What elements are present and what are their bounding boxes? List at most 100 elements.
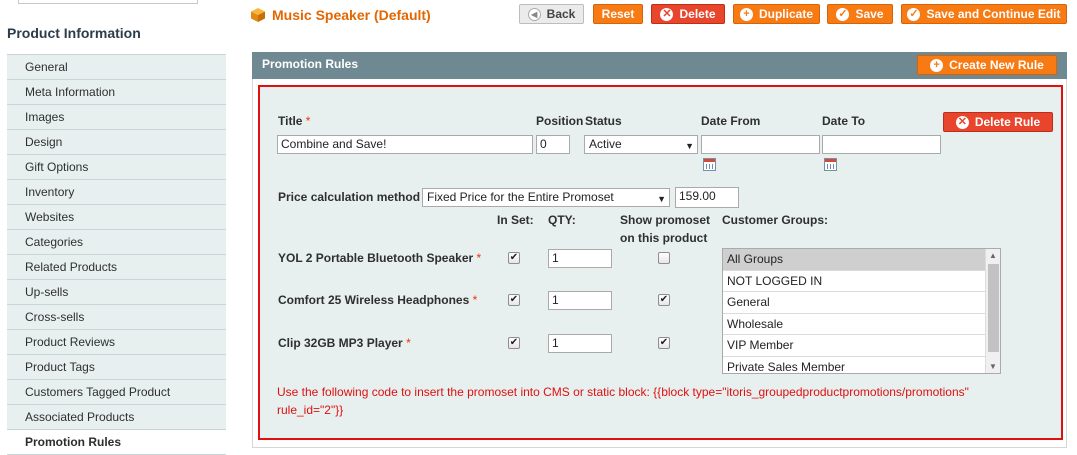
- calendar-icon[interactable]: [824, 158, 837, 171]
- qty-input[interactable]: 1: [548, 334, 612, 353]
- in-set-checkbox[interactable]: ✔: [508, 252, 520, 264]
- show-promoset-header-1: Show promoset: [620, 213, 711, 227]
- position-label: Position: [536, 114, 584, 128]
- sidebar-item-product-reviews[interactable]: Product Reviews: [7, 330, 226, 355]
- show-promoset-checkbox[interactable]: [658, 252, 670, 264]
- sidebar-item-cross-sells[interactable]: Cross-sells: [7, 305, 226, 330]
- sidebar: Product Information General Meta Informa…: [0, 0, 228, 455]
- plus-icon: +: [739, 7, 753, 21]
- show-promoset-checkbox[interactable]: ✔: [658, 294, 670, 306]
- customer-group-option[interactable]: All Groups: [723, 249, 986, 271]
- block-code-note: Use the following code to insert the pro…: [277, 383, 997, 419]
- save-button[interactable]: ✓ Save: [827, 4, 893, 24]
- status-select[interactable]: Active ▼: [584, 135, 698, 154]
- scroll-down-icon[interactable]: ▼: [989, 362, 997, 371]
- delete-rule-button[interactable]: ✕ Delete Rule: [943, 112, 1053, 132]
- in-set-header: In Set:: [497, 213, 534, 227]
- product-row-label: YOL 2 Portable Bluetooth Speaker *: [278, 251, 481, 265]
- customer-groups-select[interactable]: All Groups NOT LOGGED IN General Wholesa…: [722, 248, 1001, 374]
- customer-group-option[interactable]: NOT LOGGED IN: [723, 271, 986, 292]
- required-mark: *: [476, 251, 482, 265]
- sidebar-item-associated-products[interactable]: Associated Products: [7, 405, 226, 430]
- sidebar-item-product-tags[interactable]: Product Tags: [7, 355, 226, 380]
- sidebar-item-meta-information[interactable]: Meta Information: [7, 80, 226, 105]
- scrollbar-thumb[interactable]: [988, 264, 999, 352]
- sidebar-item-customers-tagged-product[interactable]: Customers Tagged Product: [7, 380, 226, 405]
- price-method-label: Price calculation method: [278, 190, 421, 204]
- qty-header: QTY:: [548, 213, 576, 227]
- product-row-label: Clip 32GB MP3 Player *: [278, 336, 411, 350]
- plus-icon: +: [930, 58, 944, 72]
- in-set-checkbox[interactable]: ✔: [508, 337, 520, 349]
- back-button-label: Back: [546, 7, 576, 21]
- sidebar-top-field[interactable]: [18, 0, 198, 4]
- save-button-label: Save: [855, 7, 884, 21]
- sidebar-item-general[interactable]: General: [7, 55, 226, 80]
- chevron-down-icon: ▼: [657, 194, 666, 204]
- duplicate-button-label: Duplicate: [758, 7, 813, 21]
- sidebar-item-design[interactable]: Design: [7, 130, 226, 155]
- date-to-input[interactable]: [822, 135, 941, 154]
- page-title-text: Music Speaker (Default): [272, 7, 431, 23]
- status-select-value: Active: [589, 137, 622, 151]
- note-line-1: Use the following code to insert the pro…: [277, 385, 969, 399]
- title-input[interactable]: Combine and Save!: [277, 135, 533, 154]
- duplicate-button[interactable]: + Duplicate: [733, 4, 820, 24]
- product-name: Comfort 25 Wireless Headphones: [278, 293, 470, 307]
- sidebar-item-categories[interactable]: Categories: [7, 230, 226, 255]
- required-mark: *: [406, 336, 411, 350]
- product-name: Clip 32GB MP3 Player: [278, 336, 403, 350]
- note-line-2: rule_id="2"}}: [277, 403, 344, 417]
- customer-group-option[interactable]: VIP Member: [723, 335, 986, 357]
- back-arrow-icon: ◀: [527, 7, 541, 21]
- sidebar-item-gift-options[interactable]: Gift Options: [7, 155, 226, 180]
- delete-button-label: Delete: [679, 7, 716, 21]
- customer-group-option[interactable]: Private Sales Member: [723, 357, 986, 374]
- required-mark: *: [305, 114, 311, 128]
- check-icon: ✓: [836, 7, 850, 21]
- calendar-icon[interactable]: [703, 158, 716, 171]
- price-method-value: Fixed Price for the Entire Promoset: [427, 190, 614, 204]
- delete-rule-label: Delete Rule: [974, 115, 1041, 129]
- sidebar-item-promotion-rules[interactable]: Promotion Rules: [7, 430, 226, 455]
- product-name: YOL 2 Portable Bluetooth Speaker: [278, 251, 474, 265]
- date-from-input[interactable]: [701, 135, 820, 154]
- position-input[interactable]: 0: [536, 135, 570, 154]
- date-to-label: Date To: [822, 114, 866, 128]
- chevron-down-icon: ▼: [685, 141, 694, 151]
- check-icon: ✓: [907, 7, 921, 21]
- sidebar-item-inventory[interactable]: Inventory: [7, 180, 226, 205]
- price-input[interactable]: 159.00: [675, 187, 739, 208]
- create-new-rule-button[interactable]: + Create New Rule: [917, 55, 1057, 75]
- date-from-label: Date From: [701, 114, 761, 128]
- sidebar-item-related-products[interactable]: Related Products: [7, 255, 226, 280]
- required-mark: *: [472, 293, 478, 307]
- reset-button[interactable]: Reset: [593, 4, 643, 24]
- sidebar-title: Product Information: [7, 25, 141, 41]
- sidebar-item-images[interactable]: Images: [7, 105, 226, 130]
- qty-input[interactable]: 1: [548, 291, 612, 310]
- panel-title: Promotion Rules: [262, 57, 359, 71]
- save-continue-button-label: Save and Continue Edit: [926, 7, 1061, 21]
- in-set-checkbox[interactable]: ✔: [508, 294, 520, 306]
- delete-x-icon: ✕: [955, 115, 969, 129]
- back-button[interactable]: ◀ Back: [519, 4, 584, 24]
- customer-group-option[interactable]: General: [723, 292, 986, 314]
- save-continue-button[interactable]: ✓ Save and Continue Edit: [901, 4, 1067, 24]
- title-label: Title *: [278, 114, 310, 128]
- qty-input[interactable]: 1: [548, 249, 612, 268]
- status-label: Status: [585, 114, 622, 128]
- create-new-rule-label: Create New Rule: [949, 58, 1044, 72]
- delete-button[interactable]: ✕ Delete: [651, 4, 725, 24]
- scroll-up-icon[interactable]: ▲: [989, 251, 997, 260]
- sidebar-item-up-sells[interactable]: Up-sells: [7, 280, 226, 305]
- price-method-select[interactable]: Fixed Price for the Entire Promoset ▼: [422, 188, 670, 207]
- show-promoset-header-2: on this product: [620, 231, 708, 245]
- customer-group-option[interactable]: Wholesale: [723, 314, 986, 335]
- reset-button-label: Reset: [601, 7, 635, 21]
- title-label-text: Title: [278, 114, 303, 128]
- sidebar-item-websites[interactable]: Websites: [7, 205, 226, 230]
- product-cube-icon: [251, 8, 265, 22]
- groups-scrollbar[interactable]: ▲ ▼: [985, 249, 1000, 373]
- show-promoset-checkbox[interactable]: ✔: [658, 337, 670, 349]
